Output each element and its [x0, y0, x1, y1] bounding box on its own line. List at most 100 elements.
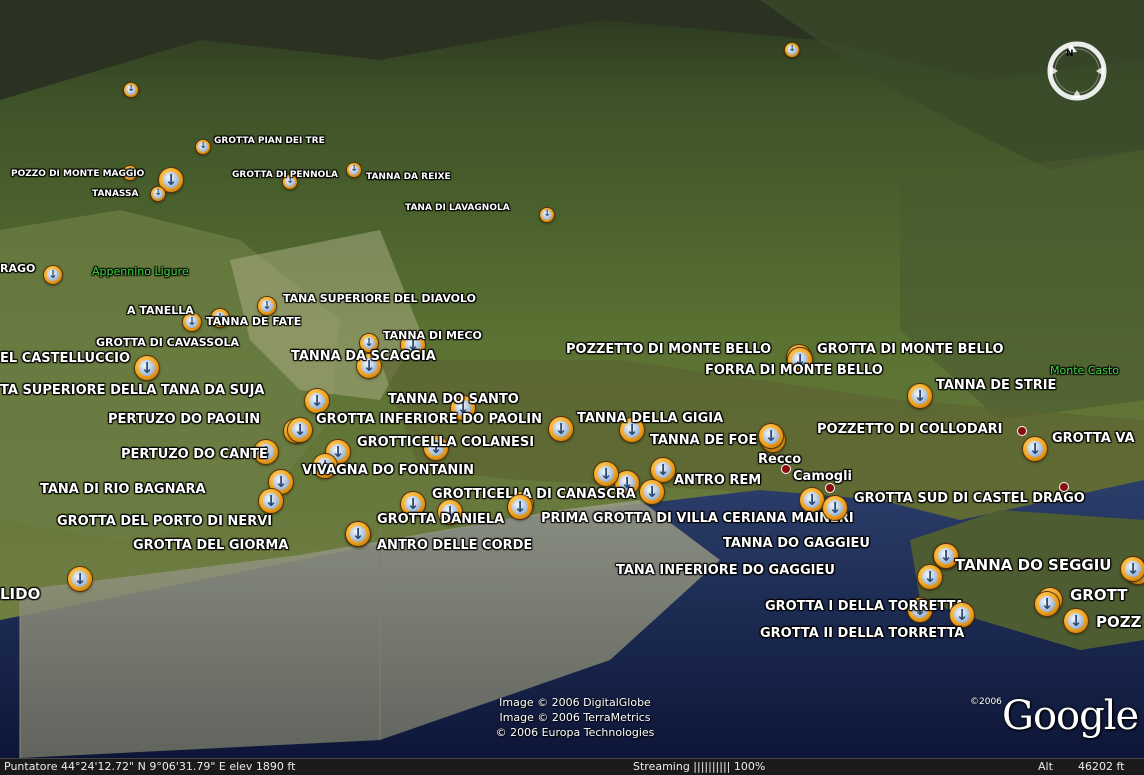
- placemark-label[interactable]: TANNA DI MECO: [383, 329, 482, 342]
- cave-placemark-icon[interactable]: [347, 163, 361, 177]
- placemark-label[interactable]: TANNA DO GAGGIEU: [723, 536, 870, 551]
- town-dot[interactable]: [826, 484, 834, 492]
- placemark-label[interactable]: GROTTA DI PENNOLA: [232, 170, 338, 180]
- placemark-label[interactable]: POZZO DI MONTE MAGGIO: [11, 169, 144, 179]
- placemark-label[interactable]: GROTTA DANIELA: [377, 512, 504, 527]
- placemark-label[interactable]: GROTTA DI MONTE BELLO: [817, 342, 1004, 357]
- cave-placemark-icon[interactable]: [259, 489, 283, 513]
- streaming-status: Streaming |||||||||| 100%: [633, 760, 766, 773]
- pointer-coordinates: Puntatore 44°24'12.72" N 9°06'31.79" E e…: [4, 760, 296, 773]
- placemark-label[interactable]: TANASSA: [92, 189, 138, 199]
- cave-placemark-icon[interactable]: [151, 187, 165, 201]
- placemark-label[interactable]: GROTTICELLA COLANESI: [357, 435, 534, 450]
- cave-placemark-icon[interactable]: [759, 424, 783, 448]
- cave-placemark-icon[interactable]: [258, 297, 276, 315]
- compass-arrow: [1050, 66, 1058, 76]
- placemark-label[interactable]: TANA SUPERIORE DEL DIAVOLO: [283, 292, 476, 305]
- cave-placemark-icon[interactable]: [68, 567, 92, 591]
- cave-placemark-icon[interactable]: [651, 458, 675, 482]
- placemark-label[interactable]: RAGO: [0, 262, 35, 275]
- cave-placemark-icon[interactable]: [640, 480, 664, 504]
- placemark-label[interactable]: GROTTA II DELLA TORRETTA: [760, 626, 964, 641]
- placemark-label[interactable]: GROTTA I DELLA TORRETTA: [765, 599, 964, 614]
- cave-placemark-icon[interactable]: [135, 356, 159, 380]
- cave-placemark-icon[interactable]: [1064, 609, 1088, 633]
- cave-placemark-icon[interactable]: [1023, 437, 1047, 461]
- map-viewport[interactable]: GROTTA PIAN DEI TRE POZZO DI MONTE MAGGIO…: [0, 0, 1144, 758]
- placemark-label[interactable]: TANNA DE STRIE: [936, 378, 1056, 393]
- imagery-copyright: Image © 2006 DigitalGlobe Image © 2006 T…: [480, 695, 670, 740]
- placemark-label[interactable]: ANTRO REM: [674, 473, 761, 488]
- placemark-label[interactable]: GROTTA INFERIORE DO PAOLIN: [316, 412, 542, 427]
- placemark-label[interactable]: TANA DI LAVAGNOLA: [405, 203, 510, 213]
- placemark-label[interactable]: TANNA DO SANTO: [388, 392, 519, 407]
- placemark-label[interactable]: GROTTA VA: [1052, 431, 1135, 446]
- placemark-label[interactable]: TANNA DA REIXE: [366, 172, 451, 182]
- placemark-label[interactable]: TANNA DE FATE: [206, 315, 301, 328]
- altitude-value: 46202 ft: [1078, 760, 1125, 773]
- placemark-label[interactable]: PERTUZO DO CANTE: [121, 447, 268, 462]
- cave-placemark-icon[interactable]: [346, 522, 370, 546]
- cave-placemark-icon[interactable]: [124, 83, 138, 97]
- placemark-label[interactable]: TANA DI RIO BAGNARA: [40, 482, 206, 497]
- compass-inner: [1054, 48, 1100, 94]
- cave-placemark-icon[interactable]: [594, 462, 618, 486]
- cave-placemark-icon[interactable]: [305, 389, 329, 413]
- placemark-label[interactable]: LIDO: [0, 585, 40, 603]
- town-label[interactable]: Recco: [758, 452, 801, 467]
- cave-placemark-icon[interactable]: [823, 496, 847, 520]
- town-dot[interactable]: [1018, 427, 1026, 435]
- cave-placemark-icon[interactable]: [785, 43, 799, 57]
- placemark-label[interactable]: GROTTA SUD DI CASTEL DRAGO: [854, 491, 1085, 506]
- placemark-label[interactable]: GROTT: [1070, 586, 1127, 604]
- town-dot[interactable]: [1060, 483, 1068, 491]
- compass-arrow: [1096, 66, 1104, 76]
- placemark-label[interactable]: POZZ: [1096, 613, 1142, 631]
- placemark-label[interactable]: POZZETTO DI COLLODARI: [817, 422, 1003, 437]
- placemark-label[interactable]: POZZETTO DI MONTE BELLO: [566, 342, 771, 357]
- cave-placemark-icon[interactable]: [1035, 592, 1059, 616]
- placemark-label[interactable]: EL CASTELLUCCIO: [0, 351, 130, 366]
- cave-placemark-icon[interactable]: [918, 565, 942, 589]
- cave-placemark-icon[interactable]: [196, 140, 210, 154]
- status-bar: Puntatore 44°24'12.72" N 9°06'31.79" E e…: [0, 758, 1144, 775]
- region-label[interactable]: Appennino Ligure: [92, 265, 189, 278]
- cave-placemark-icon[interactable]: [540, 208, 554, 222]
- cave-placemark-icon[interactable]: [1121, 557, 1144, 581]
- google-logo-year: ©2006: [970, 697, 1002, 707]
- copyright-line: © 2006 Europa Technologies: [495, 726, 655, 739]
- placemark-label[interactable]: GROTTA PIAN DEI TRE: [214, 136, 325, 146]
- cave-placemark-icon[interactable]: [800, 488, 824, 512]
- cave-placemark-icon[interactable]: [549, 417, 573, 441]
- navigation-compass[interactable]: N: [1046, 40, 1108, 102]
- altitude-label: Alt: [1038, 760, 1053, 773]
- copyright-line: Image © 2006 DigitalGlobe: [499, 696, 651, 709]
- placemark-label[interactable]: GROTTA DEL PORTO DI NERVI: [57, 514, 272, 529]
- town-label[interactable]: Camogli: [793, 469, 852, 484]
- cave-placemark-icon[interactable]: [508, 495, 532, 519]
- cave-placemark-icon[interactable]: [44, 266, 62, 284]
- placemark-label[interactable]: FORRA DI MONTE BELLO: [705, 363, 883, 378]
- town-dot[interactable]: [782, 465, 790, 473]
- placemark-label[interactable]: A TANELLA: [127, 304, 194, 317]
- placemark-label[interactable]: GROTTA DI CAVASSOLA: [96, 336, 239, 349]
- compass-north-letter: N: [1066, 49, 1074, 59]
- cave-placemark-icon[interactable]: [950, 603, 974, 627]
- placemark-label[interactable]: TANNA DA SCAGGIA: [291, 349, 436, 364]
- cave-placemark-icon[interactable]: [908, 384, 932, 408]
- placemark-label[interactable]: TANNA DE FOE: [650, 433, 757, 448]
- placemark-label[interactable]: PERTUZO DO PAOLIN: [108, 412, 260, 427]
- placemark-label[interactable]: GROTTA DEL GIORMA: [133, 538, 288, 553]
- copyright-line: Image © 2006 TerraMetrics: [499, 711, 651, 724]
- placemark-label[interactable]: PRIMA GROTTA DI VILLA CERIANA MAINERI: [541, 511, 854, 526]
- cave-placemark-icon[interactable]: [288, 418, 312, 442]
- region-label[interactable]: Monte Casto: [1050, 364, 1119, 377]
- placemark-label[interactable]: TANNA DO SEGGIU: [955, 556, 1111, 574]
- placemark-label[interactable]: GROTTICELLA DI CANASCRA: [432, 487, 636, 502]
- placemark-label[interactable]: TANNA DELLA GIGIA: [577, 411, 723, 426]
- placemark-label[interactable]: TA SUPERIORE DELLA TANA DA SUJA: [0, 383, 265, 398]
- compass-arrow: [1072, 90, 1082, 98]
- placemark-label[interactable]: ANTRO DELLE CORDE: [377, 538, 532, 553]
- placemark-label[interactable]: VIVAGNA DO FONTANIN: [302, 463, 474, 478]
- placemark-label[interactable]: TANA INFERIORE DO GAGGIEU: [616, 563, 835, 578]
